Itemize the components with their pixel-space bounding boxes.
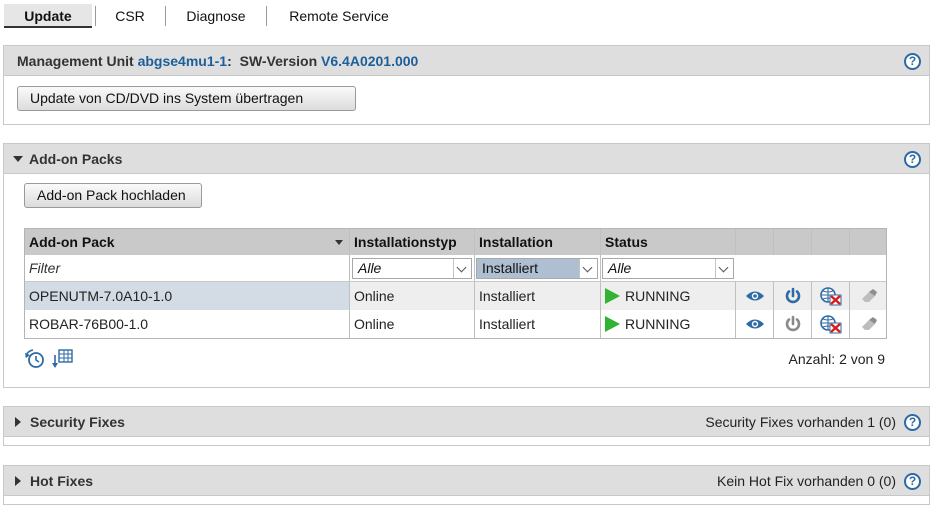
addon-packs-title: Add-on Packs xyxy=(29,151,123,167)
column-header-blank xyxy=(736,229,774,255)
eraser-icon xyxy=(861,289,877,302)
addon-pack-name[interactable]: OPENUTM-7.0A10-1.0 xyxy=(25,282,350,310)
tab-remote-service[interactable]: Remote Service xyxy=(278,4,400,28)
addon-pack-name[interactable]: ROBAR-76B00-1.0 xyxy=(25,310,350,338)
status-select[interactable]: Alle xyxy=(602,258,734,279)
filter-cell-name[interactable]: Filter xyxy=(25,255,350,281)
installation-value: Installiert xyxy=(475,310,601,338)
addon-packs-panel: Add-on Packs ? Add-on Pack hochladen Add… xyxy=(3,143,930,388)
installationstyp-select[interactable]: Alle xyxy=(352,258,472,279)
column-header-blank xyxy=(850,229,887,255)
addon-packs-table: Add-on Pack Installationstyp Installatio… xyxy=(24,228,887,339)
globe-remove-icon[interactable] xyxy=(819,286,843,306)
refresh-clock-icon[interactable] xyxy=(24,348,46,370)
sw-version-value: V6.4A0201.000 xyxy=(321,53,419,69)
security-fixes-title: Security Fixes xyxy=(30,414,125,430)
uninstall-action-cell xyxy=(812,282,850,310)
status-cell: RUNNING xyxy=(601,310,736,338)
sw-version-label: SW-Version xyxy=(239,53,318,69)
power-icon[interactable] xyxy=(784,287,802,305)
chevron-down-icon[interactable] xyxy=(579,259,597,278)
tab-diagnose[interactable]: Diagnose xyxy=(176,4,256,28)
management-unit-panel: Management Unit abgse4mu1-1: SW-Version … xyxy=(3,45,930,125)
uninstall-action-cell xyxy=(812,310,850,338)
collapse-triangle-icon[interactable] xyxy=(13,156,23,162)
filter-cell-installation: Installiert xyxy=(475,255,601,281)
running-play-icon xyxy=(605,288,620,304)
hot-fixes-panel: Hot Fixes Kein Hot Fix vorhanden 0 (0) ? xyxy=(3,465,930,505)
chevron-down-icon[interactable] xyxy=(715,259,733,278)
erase-action-cell xyxy=(850,282,887,310)
help-icon[interactable]: ? xyxy=(904,151,921,168)
column-header-installationstyp[interactable]: Installationstyp xyxy=(350,229,475,255)
help-icon[interactable]: ? xyxy=(904,414,921,431)
tab-csr[interactable]: CSR xyxy=(103,4,157,28)
help-icon[interactable]: ? xyxy=(904,53,921,70)
filter-row: Filter Alle Installiert Alle xyxy=(25,255,886,282)
globe-remove-icon[interactable] xyxy=(819,314,843,334)
table-row[interactable]: OPENUTM-7.0A10-1.0 Online Installiert RU… xyxy=(25,282,886,310)
column-header-blank xyxy=(774,229,812,255)
filter-cell-type: Alle xyxy=(350,255,475,281)
management-unit-name[interactable]: abgse4mu1-1 xyxy=(138,53,227,69)
installation-select[interactable]: Installiert xyxy=(476,258,598,279)
power-icon[interactable] xyxy=(784,315,802,333)
expand-triangle-icon[interactable] xyxy=(15,417,21,427)
result-count: Anzahl: 2 von 9 xyxy=(788,351,885,367)
tab-update[interactable]: Update xyxy=(4,4,92,28)
tab-separator xyxy=(95,6,96,26)
hot-fixes-header[interactable]: Hot Fixes Kein Hot Fix vorhanden 0 (0) ? xyxy=(4,466,929,496)
eraser-icon xyxy=(861,317,877,330)
help-icon[interactable]: ? xyxy=(904,473,921,490)
view-action-cell xyxy=(736,310,774,338)
hot-fixes-title: Hot Fixes xyxy=(30,473,94,489)
security-fixes-status: Security Fixes vorhanden 1 (0) xyxy=(705,414,896,430)
column-header-status[interactable]: Status xyxy=(601,229,736,255)
security-fixes-header[interactable]: Security Fixes Security Fixes vorhanden … xyxy=(4,407,929,437)
installationstyp-value: Online xyxy=(350,310,475,338)
column-header-addon-pack[interactable]: Add-on Pack xyxy=(25,229,350,255)
power-action-cell xyxy=(774,282,812,310)
status-value: RUNNING xyxy=(625,316,691,332)
hot-fixes-status: Kein Hot Fix vorhanden 0 (0) xyxy=(717,473,896,489)
colon: : xyxy=(227,53,232,69)
table-header-row: Add-on Pack Installationstyp Installatio… xyxy=(25,229,886,255)
sort-desc-icon[interactable] xyxy=(335,240,343,245)
eye-icon[interactable] xyxy=(745,289,765,303)
table-row[interactable]: ROBAR-76B00-1.0 Online Installiert RUNNI… xyxy=(25,310,886,338)
tab-bar: Update CSR Diagnose Remote Service xyxy=(0,0,936,32)
chevron-down-icon[interactable] xyxy=(453,259,471,278)
update-from-cd-dvd-button[interactable]: Update von CD/DVD ins System übertragen xyxy=(17,86,356,111)
tab-separator xyxy=(165,6,166,26)
tab-separator xyxy=(266,6,267,26)
status-value: RUNNING xyxy=(625,288,691,304)
status-cell: RUNNING xyxy=(601,282,736,310)
management-unit-title: Management Unit abgse4mu1-1: SW-Version … xyxy=(17,46,418,76)
table-export-icon[interactable] xyxy=(52,348,74,370)
upload-addon-pack-button[interactable]: Add-on Pack hochladen xyxy=(24,183,202,208)
column-header-blank xyxy=(812,229,850,255)
eye-icon[interactable] xyxy=(745,317,765,331)
addon-packs-header[interactable]: Add-on Packs ? xyxy=(4,144,929,174)
management-unit-header: Management Unit abgse4mu1-1: SW-Version … xyxy=(4,46,929,76)
filter-cell-status: Alle xyxy=(601,255,736,281)
management-unit-prefix: Management Unit xyxy=(17,53,134,69)
power-action-cell xyxy=(774,310,812,338)
filter-input[interactable]: Filter xyxy=(29,255,60,282)
installation-value: Installiert xyxy=(475,282,601,310)
security-fixes-panel: Security Fixes Security Fixes vorhanden … xyxy=(3,406,930,446)
column-header-installation[interactable]: Installation xyxy=(475,229,601,255)
installationstyp-value: Online xyxy=(350,282,475,310)
erase-action-cell xyxy=(850,310,887,338)
view-action-cell xyxy=(736,282,774,310)
running-play-icon xyxy=(605,316,620,332)
expand-triangle-icon[interactable] xyxy=(15,476,21,486)
